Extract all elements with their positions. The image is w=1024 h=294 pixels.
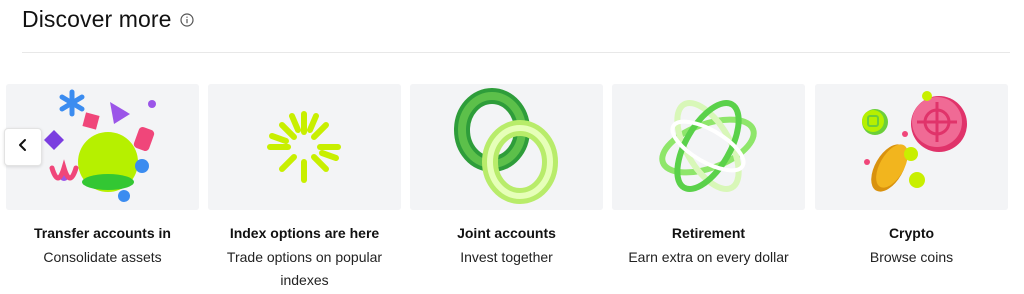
card-title: Transfer accounts in <box>34 225 171 241</box>
header-divider <box>22 52 1010 53</box>
card-subtitle: Earn extra on every dollar <box>628 249 789 265</box>
info-icon[interactable] <box>179 12 194 27</box>
card-subtitle: Invest together <box>460 249 553 265</box>
card-title: Index options are here <box>229 225 380 241</box>
card-title: Retirement <box>671 225 746 241</box>
card-subtitle: Browse coins <box>869 249 954 265</box>
card-retirement[interactable]: Retirement Earn extra on every dollar <box>612 84 805 269</box>
section-title: Discover more <box>22 6 172 32</box>
card-title: Joint accounts <box>457 225 556 241</box>
carousel-prev-button[interactable] <box>4 128 42 166</box>
retirement-illustration <box>612 84 805 210</box>
section-header: Discover more <box>22 6 194 33</box>
crypto-illustration <box>815 84 1008 210</box>
index-options-illustration <box>208 84 401 210</box>
chevron-left-icon <box>15 137 31 158</box>
card-index-options[interactable]: Index options are here Trade options on … <box>208 84 401 292</box>
card-subtitle: Consolidate assets <box>43 249 162 265</box>
card-crypto[interactable]: Crypto Browse coins <box>815 84 1008 269</box>
joint-accounts-illustration <box>410 84 603 210</box>
card-joint-accounts[interactable]: Joint accounts Invest together <box>410 84 603 269</box>
card-subtitle: Trade options on popular indexes <box>226 249 383 288</box>
card-transfer-accounts[interactable]: Transfer accounts in Consolidate assets <box>6 84 199 269</box>
card-title: Crypto <box>888 225 935 241</box>
